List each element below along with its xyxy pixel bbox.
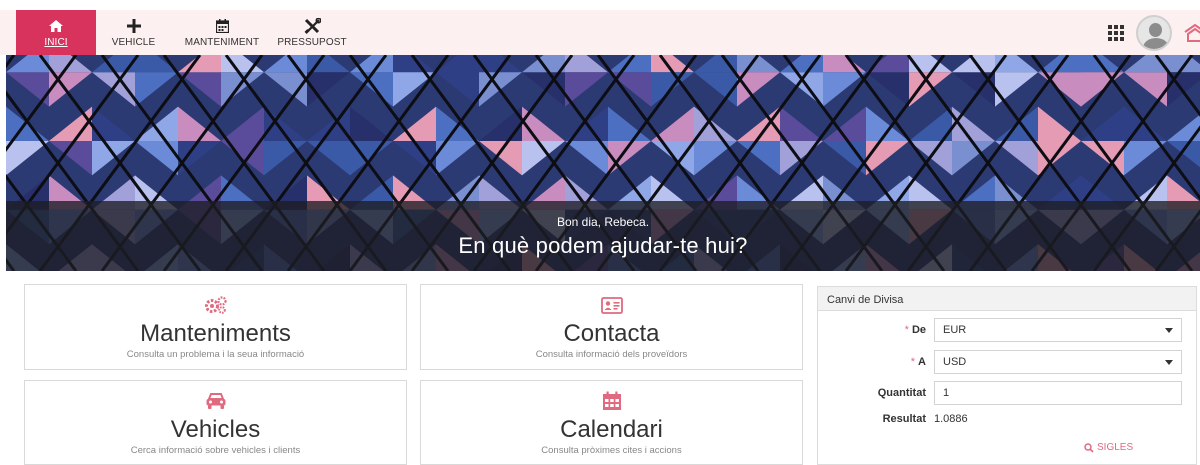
to-currency-row: * A USD [818, 350, 1196, 374]
amount-value: 1 [943, 387, 950, 399]
chevron-down-icon [1165, 328, 1173, 333]
from-label: * De [818, 324, 934, 336]
card-subtitle: Consulta informació dels proveïdors [535, 349, 688, 360]
card-calendari[interactable]: Calendari Consulta pròximes cites i acci… [420, 380, 803, 465]
contact-card-icon [421, 293, 802, 317]
gears-icon [25, 293, 406, 317]
from-currency-row: * De EUR [818, 318, 1196, 342]
main-nav: INICI VEHICLE MANTENIMENT PRESSUPOST [16, 10, 351, 55]
calendar-icon [213, 17, 231, 35]
nav-item-pressupost[interactable]: PRESSUPOST [273, 10, 351, 55]
chevron-down-icon [1165, 360, 1173, 365]
to-label: * A [818, 356, 934, 368]
sigles-label: SIGLES [1097, 442, 1134, 453]
from-currency-value: EUR [943, 324, 967, 336]
header-right-tools [1106, 14, 1200, 52]
calendar-icon [421, 389, 802, 413]
logout-icon[interactable] [1184, 23, 1200, 43]
to-currency-value: USD [943, 356, 967, 368]
nav-item-vehicle[interactable]: VEHICLE [96, 10, 171, 55]
card-subtitle: Consulta un problema i la seua informaci… [126, 349, 305, 360]
nav-label-vehicle: VEHICLE [111, 37, 156, 48]
result-value: 1.0886 [934, 413, 968, 425]
card-vehicles[interactable]: Vehicles Cerca informació sobre vehicles… [24, 380, 407, 465]
card-subtitle: Cerca informació sobre vehicles i client… [130, 445, 301, 456]
from-label-text: De [911, 324, 926, 336]
nav-label-inici: INICI [44, 37, 68, 48]
result-row: Resultat 1.0886 [818, 407, 1196, 431]
apps-grid-icon[interactable] [1106, 23, 1126, 43]
nav-label-manteniment: MANTENIMENT [184, 37, 260, 48]
sigles-link[interactable]: SIGLES [1084, 442, 1133, 453]
card-title: Calendari [560, 416, 663, 443]
nav-item-manteniment[interactable]: MANTENIMENT [171, 10, 273, 55]
to-label-text: A [918, 356, 926, 368]
tools-icon [303, 17, 321, 35]
top-navigation-bar: INICI VEHICLE MANTENIMENT PRESSUPOST [0, 0, 1200, 55]
hero-banner: Bon dia, Rebeca. En què podem ajudar-te … [6, 55, 1200, 271]
from-currency-select[interactable]: EUR [934, 318, 1182, 342]
user-avatar[interactable] [1136, 15, 1172, 51]
result-label: Resultat [882, 413, 926, 425]
nav-label-pressupost: PRESSUPOST [277, 37, 347, 48]
card-manteniments[interactable]: Manteniments Consulta un problema i la s… [24, 284, 407, 370]
required-mark: * [904, 324, 909, 336]
amount-row: Quantitat 1 [818, 381, 1196, 405]
required-mark: * [910, 356, 916, 368]
card-contacta[interactable]: Contacta Consulta informació dels proveï… [420, 284, 803, 370]
amount-label: Quantitat [877, 387, 926, 399]
amount-input[interactable]: 1 [934, 381, 1182, 405]
top-strip [0, 0, 1200, 10]
panel-title: Canvi de Divisa [818, 287, 1196, 311]
car-icon [25, 389, 406, 413]
to-currency-select[interactable]: USD [934, 350, 1182, 374]
nav-item-inici[interactable]: INICI [16, 10, 96, 55]
card-title: Contacta [563, 320, 660, 347]
hero-greeting: Bon dia, Rebeca. [556, 215, 650, 229]
search-icon [1084, 442, 1094, 453]
hero-caption: Bon dia, Rebeca. En què podem ajudar-te … [6, 201, 1200, 271]
card-title: Vehicles [170, 416, 261, 443]
plus-icon [125, 17, 143, 35]
home-icon [47, 17, 65, 35]
hero-question: En què podem ajudar-te hui? [458, 233, 748, 258]
currency-converter-panel: Canvi de Divisa * De EUR * A USD Quantitat… [817, 286, 1197, 465]
card-subtitle: Consulta pròximes cites i accions [541, 445, 682, 456]
card-title: Manteniments [140, 320, 291, 347]
